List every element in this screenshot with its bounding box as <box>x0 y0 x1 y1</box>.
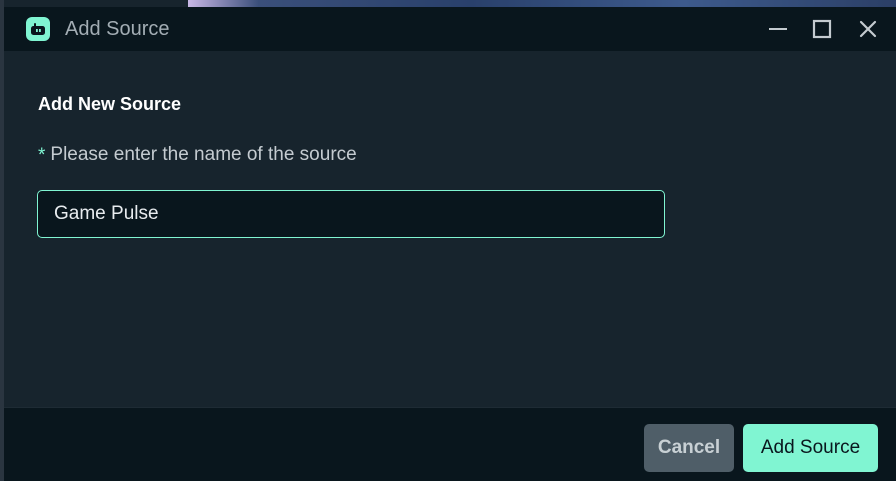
close-button[interactable] <box>852 13 884 45</box>
window-title: Add Source <box>65 18 170 40</box>
cancel-button[interactable]: Cancel <box>644 424 734 472</box>
dialog-heading: Add New Source <box>38 94 182 114</box>
source-name-label-text: Please enter the name of the source <box>50 144 357 165</box>
add-source-dialog: Add Source Add New Source * Please enter… <box>4 7 896 481</box>
dialog-footer: Cancel Add Source <box>4 407 896 481</box>
maximize-icon <box>812 19 832 39</box>
required-marker: * <box>38 145 46 166</box>
minimize-icon <box>769 28 787 30</box>
source-name-input[interactable] <box>37 190 665 238</box>
minimize-button[interactable] <box>762 13 794 45</box>
maximize-button[interactable] <box>806 13 838 45</box>
source-name-label: * Please enter the name of the source <box>38 144 357 166</box>
add-source-button[interactable]: Add Source <box>743 424 878 472</box>
streamlabs-logo-icon <box>26 17 50 41</box>
close-icon <box>859 20 877 38</box>
title-bar[interactable]: Add Source <box>4 7 896 51</box>
dialog-content: Add New Source * Please enter the name o… <box>4 51 896 407</box>
